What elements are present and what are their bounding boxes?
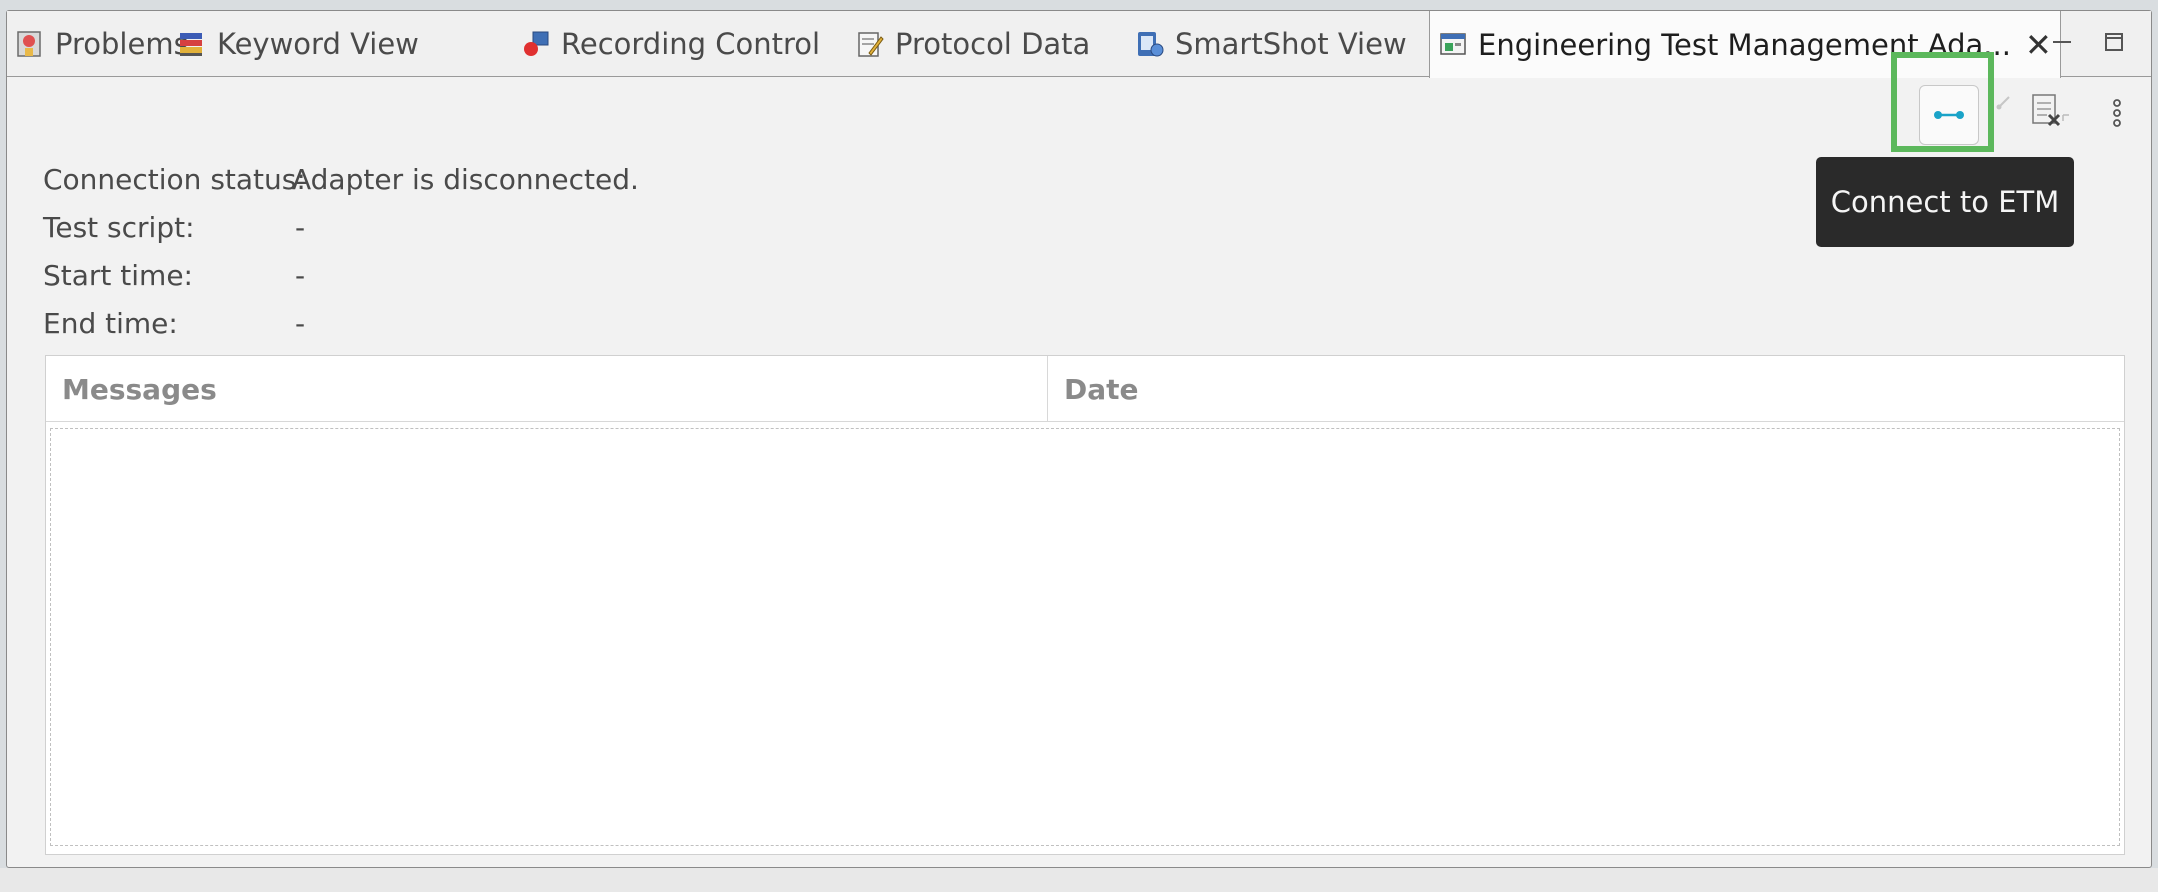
test-script-label: Test script: <box>43 211 195 244</box>
problems-icon <box>15 29 45 59</box>
column-header-date[interactable]: Date <box>1048 356 2124 422</box>
tooltip-text: Connect to ETM <box>1830 185 2060 219</box>
tab-protocol-data[interactable]: Protocol Data <box>855 11 1090 77</box>
start-time-label: Start time: <box>43 259 193 292</box>
disconnect-icon[interactable] <box>1987 91 2017 131</box>
column-header-label: Messages <box>62 372 217 406</box>
maximize-icon[interactable] <box>2097 25 2131 59</box>
tab-smartshot-view[interactable]: SmartShot View <box>1135 11 1407 77</box>
view-menu-icon[interactable] <box>2105 93 2129 137</box>
status-bar <box>0 868 2158 892</box>
connect-tooltip: Connect to ETM <box>1816 157 2074 247</box>
end-time-value: - <box>295 307 306 340</box>
test-script-value: - <box>295 211 306 244</box>
column-header-messages[interactable]: Messages <box>46 356 1048 422</box>
tab-etm-adapter[interactable]: Engineering Test Management Ada... ✕ <box>1429 11 2061 78</box>
tab-label: Protocol Data <box>895 27 1091 61</box>
tab-label: Recording Control <box>561 27 821 61</box>
tab-recording-control[interactable]: Recording Control <box>521 11 820 77</box>
connect-to-etm-button[interactable] <box>1919 85 1979 145</box>
recording-control-icon <box>521 29 551 59</box>
tab-label: Keyword View <box>217 27 419 61</box>
protocol-data-icon <box>855 29 885 59</box>
connection-status-value: Adapter is disconnected. <box>292 163 639 196</box>
table-body[interactable] <box>50 428 2120 846</box>
tab-keyword-view[interactable]: Keyword View <box>177 11 419 77</box>
table-header: Messages Date <box>46 356 2124 422</box>
minimize-icon[interactable] <box>2045 25 2079 59</box>
app-frame: Problems Keyword View Recording Control … <box>0 0 2158 892</box>
connect-icon <box>1934 111 1964 119</box>
end-time-label: End time: <box>43 307 178 340</box>
clear-log-icon[interactable] <box>2029 91 2073 135</box>
etm-adapter-view: Problems Keyword View Recording Control … <box>6 10 2152 868</box>
etm-adapter-icon <box>1438 30 1468 60</box>
connection-status-label: Connection status: <box>43 163 306 196</box>
view-tab-bar: Problems Keyword View Recording Control … <box>7 11 2151 78</box>
tab-label: Problems <box>55 27 189 61</box>
messages-table: Messages Date <box>45 355 2125 855</box>
tab-label: SmartShot View <box>1175 27 1407 61</box>
start-time-value: - <box>295 259 306 292</box>
column-header-label: Date <box>1064 372 1139 406</box>
keyword-view-icon <box>177 29 207 59</box>
tab-label: Engineering Test Management Ada... <box>1478 27 2011 62</box>
smartshot-view-icon <box>1135 29 1165 59</box>
tab-problems[interactable]: Problems <box>15 11 189 77</box>
